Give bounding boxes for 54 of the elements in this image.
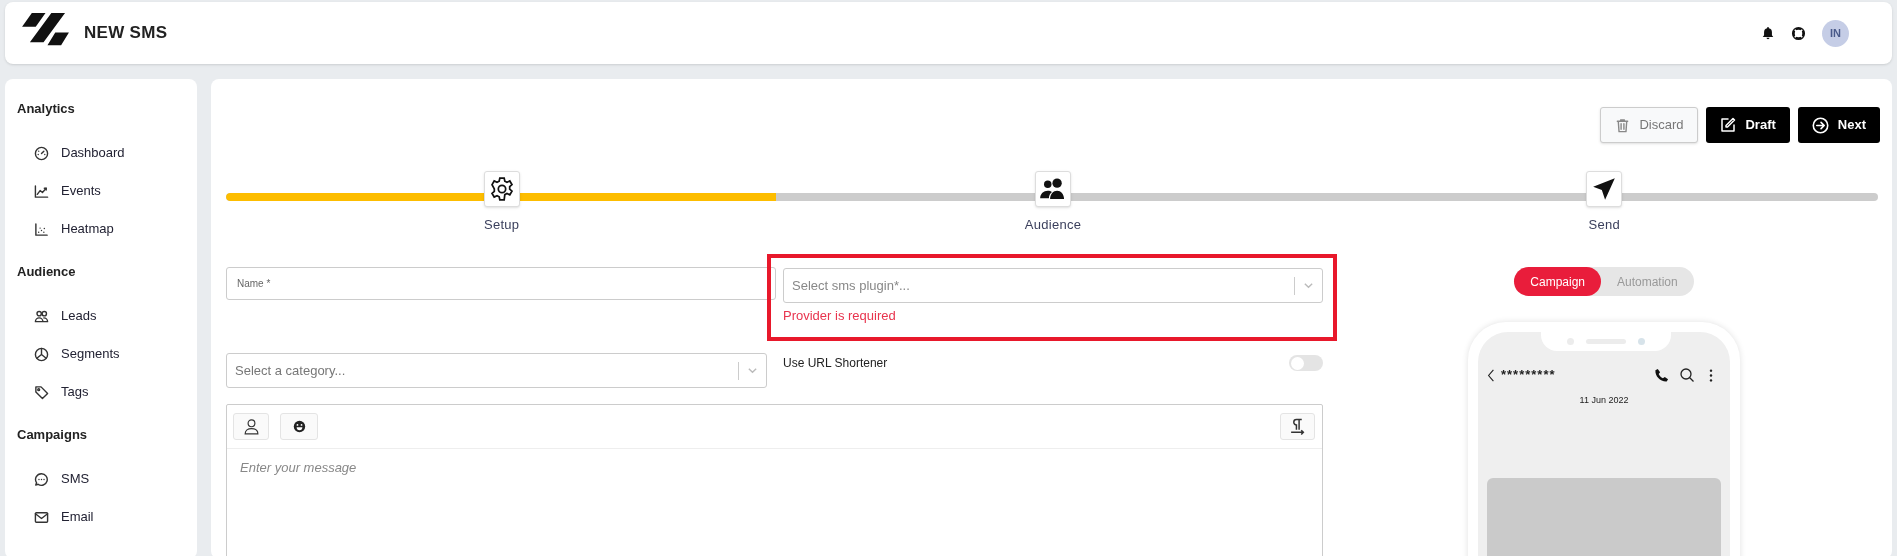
- sidebar-item[interactable]: Dashboard: [17, 134, 185, 172]
- plugin-select[interactable]: Select sms plugin*...: [783, 268, 1323, 303]
- name-field[interactable]: Name *: [226, 267, 776, 300]
- sidebar-item[interactable]: Leads: [17, 297, 185, 335]
- envelope-icon: [34, 509, 49, 525]
- message-date: 11 Jun 2022: [1579, 395, 1629, 405]
- scatter-chart-icon: [34, 221, 49, 237]
- sidebar-item[interactable]: SMS: [17, 460, 185, 498]
- message-input[interactable]: Enter your message: [227, 449, 1322, 556]
- phone-icon: [1654, 367, 1669, 383]
- people-icon: [34, 308, 49, 324]
- smiley-icon: [292, 420, 306, 433]
- contact-name: *********: [1501, 366, 1556, 385]
- sidebar-item[interactable]: Tags: [17, 373, 185, 411]
- category-select[interactable]: Select a category...: [226, 353, 767, 388]
- sidebar-item[interactable]: Heatmap: [17, 210, 185, 248]
- emoji-button[interactable]: [280, 413, 318, 440]
- gauge-icon: [34, 145, 49, 161]
- mode-tab[interactable]: Campaign: [1514, 267, 1601, 296]
- step-label: Send: [1588, 216, 1621, 234]
- tag-icon: [34, 384, 49, 400]
- sidebar-item[interactable]: Segments: [17, 335, 185, 373]
- sidebar-item[interactable]: Email: [17, 498, 185, 536]
- section-heading: Analytics: [17, 100, 76, 117]
- arrow-circle-icon: [1811, 116, 1829, 134]
- pilcrow-arrow-icon: [1289, 418, 1306, 435]
- person-icon: [242, 418, 260, 435]
- lifebuoy-icon[interactable]: [1791, 25, 1806, 41]
- personalize-button[interactable]: [233, 413, 269, 440]
- chevron-down-icon: [747, 365, 758, 376]
- toggle-switch[interactable]: [1289, 355, 1323, 371]
- chevron-down-icon: [1303, 280, 1314, 291]
- line-chart-icon: [34, 183, 49, 199]
- edit-icon: [1720, 117, 1737, 133]
- page-title: NEW SMS: [84, 22, 168, 45]
- search-icon: [1679, 367, 1695, 383]
- step-label: Audience: [1024, 216, 1082, 234]
- discard-button[interactable]: Discard: [1600, 107, 1699, 143]
- section-heading: Audience: [17, 263, 77, 280]
- step-label: Setup: [483, 216, 520, 234]
- next-button[interactable]: Next: [1797, 107, 1880, 143]
- back-chevron-icon: [1487, 368, 1495, 382]
- pie-chart-icon: [34, 346, 49, 362]
- bell-icon[interactable]: [1761, 26, 1775, 40]
- sidebar-item[interactable]: Events: [17, 172, 185, 210]
- error-message: Provider is required: [783, 307, 897, 325]
- chat-bubble-icon: [34, 471, 49, 487]
- more-icon: [1709, 368, 1713, 382]
- toggle-label: Use URL Shortener: [783, 355, 888, 372]
- draft-button[interactable]: Draft: [1706, 107, 1790, 143]
- user-avatar[interactable]: IN: [1822, 19, 1849, 47]
- trash-icon: [1615, 117, 1631, 133]
- section-heading: Campaigns: [17, 426, 89, 443]
- text-direction-button[interactable]: [1280, 413, 1315, 440]
